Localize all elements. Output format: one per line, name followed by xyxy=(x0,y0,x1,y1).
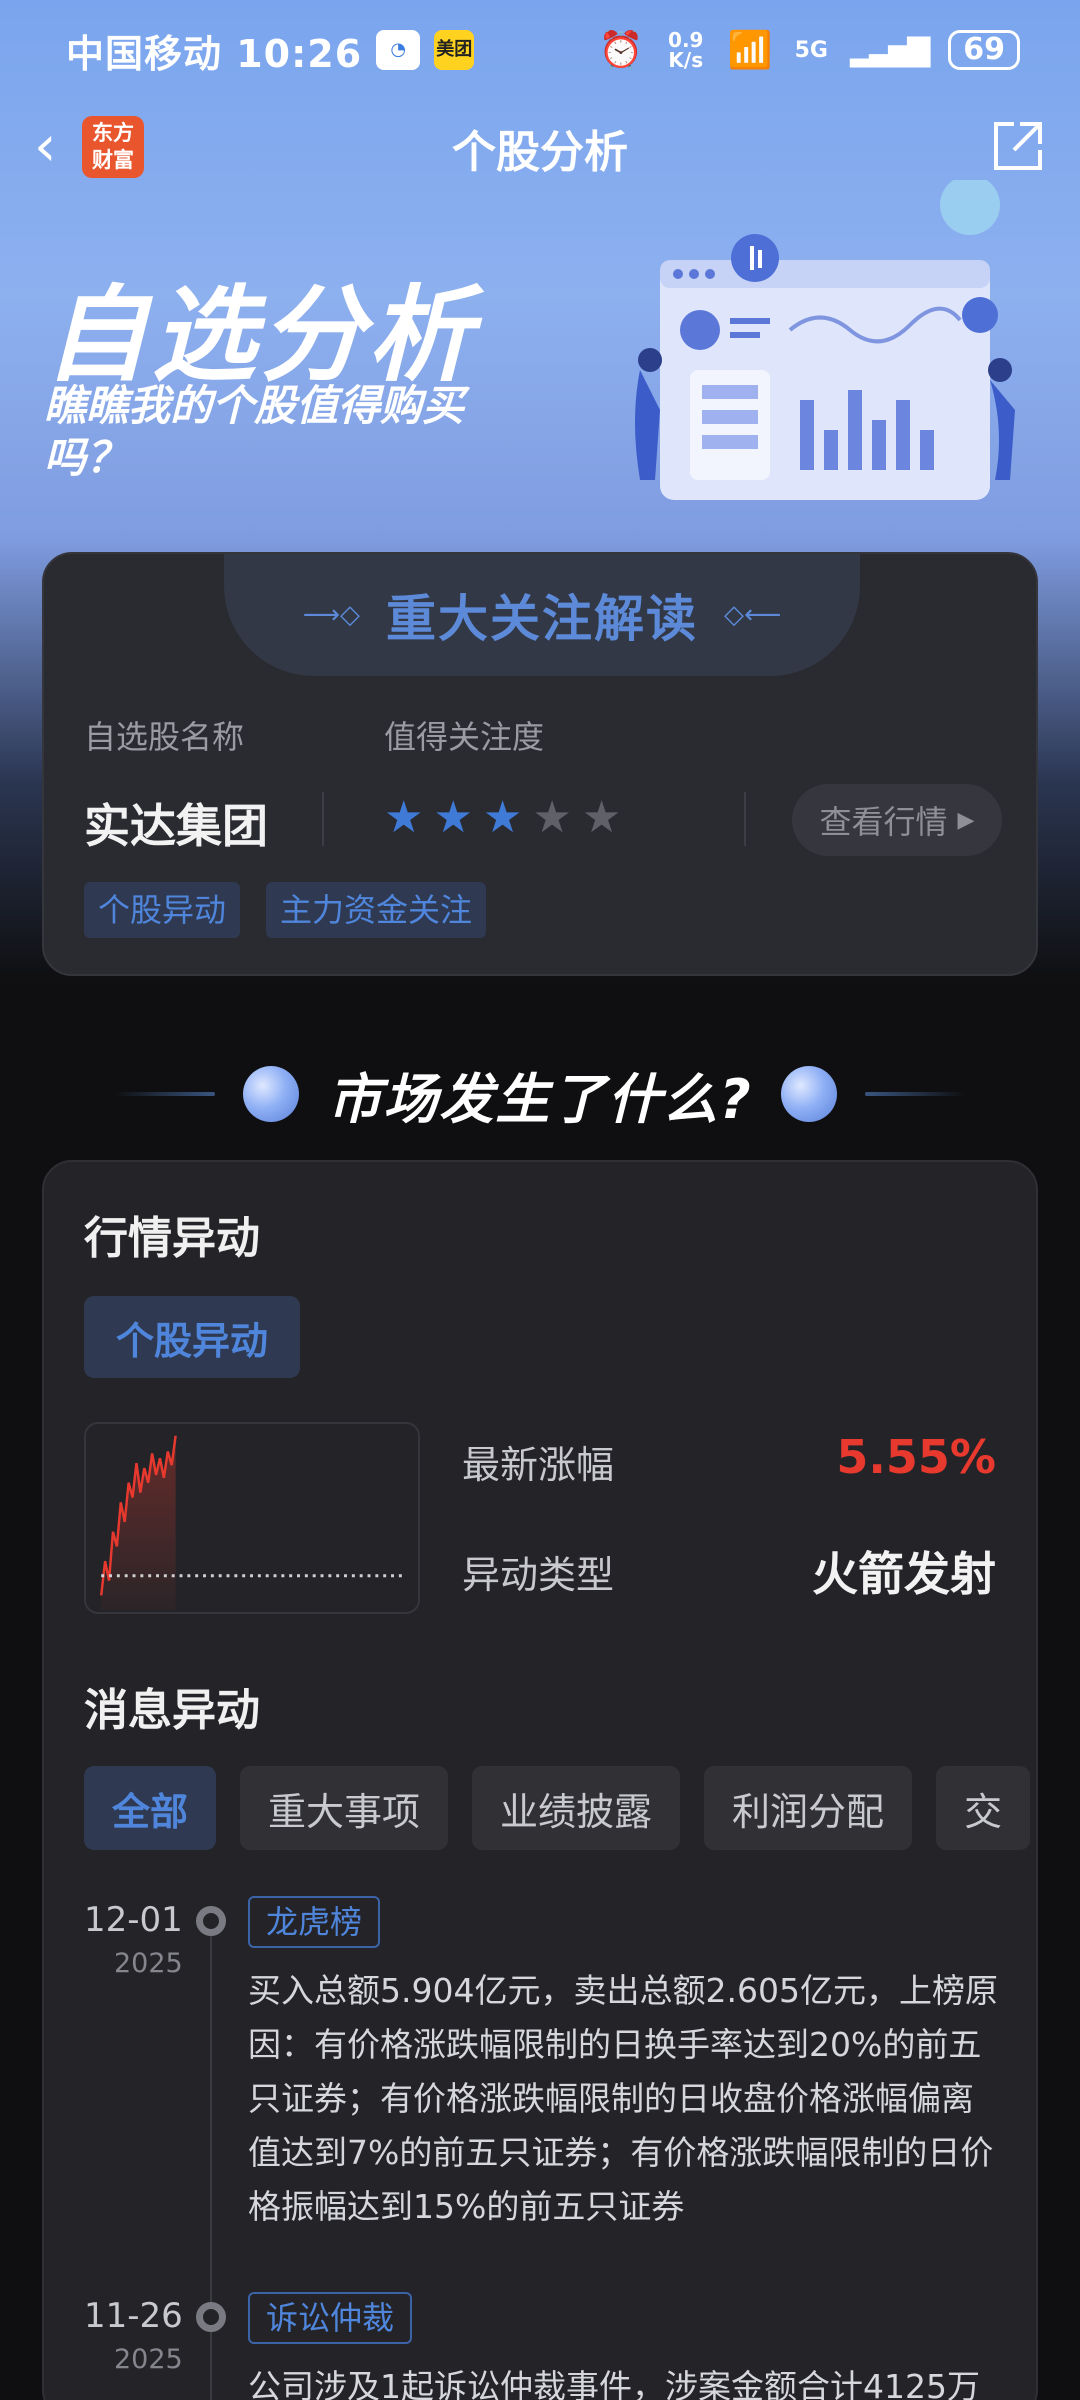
carrier-time: 中国移动 10:26 xyxy=(66,31,363,76)
app-logo: 东方财富 xyxy=(82,116,144,178)
bubble-icon xyxy=(243,1066,300,1122)
focus-card-tab: ⟶◇ 重大关注解读 ◇⟵ xyxy=(224,554,860,676)
banner-title: 自选分析 xyxy=(44,274,477,396)
decoration-right-icon: ◇⟵ xyxy=(724,600,782,630)
timeline-dot-icon xyxy=(196,2302,226,2332)
net-speed: 0.9 K/s xyxy=(668,28,704,72)
filter-all[interactable]: 全部 xyxy=(84,1766,217,1850)
news-year: 2025 xyxy=(114,2344,183,2375)
filter-dividends[interactable]: 利润分配 xyxy=(704,1766,913,1850)
filter-major-events[interactable]: 重大事项 xyxy=(240,1766,449,1850)
analytics-illustration xyxy=(635,180,1015,500)
view-quote-label: 查看行情 xyxy=(819,803,948,841)
timeline-dot-icon xyxy=(196,1906,226,1936)
anomaly-type-value: 火箭发射 xyxy=(812,1547,996,1601)
news-anomaly-title: 消息异动 xyxy=(84,1685,260,1736)
latest-change-value: 5.55% xyxy=(836,1430,996,1484)
market-section-title: 市场发生了什么? xyxy=(327,1067,753,1131)
view-quote-button[interactable]: 查看行情 ▶ xyxy=(792,784,1002,856)
back-icon[interactable]: ‹ xyxy=(34,119,56,175)
news-text[interactable]: 买入总额5.904亿元，卖出总额2.605亿元，上榜原因：有价格涨跌幅限制的日换… xyxy=(248,1964,1004,2234)
battery-indicator: 69 xyxy=(948,30,1020,70)
focus-card: ⟶◇ 重大关注解读 ◇⟵ 自选股名称 值得关注度 实达集团 ★ ★ ★ ★ ★ 查看行情… xyxy=(42,552,1038,976)
news-text[interactable]: 公司涉及1起诉讼仲裁事件，涉案金额合计4125万 xyxy=(248,2360,1004,2400)
meituan-notification-icon: 美团 xyxy=(434,30,475,70)
banner-subtitle: 瞧瞧我的个股值得购买吗？ xyxy=(44,381,465,482)
news-tag[interactable]: 诉讼仲裁 xyxy=(248,2292,413,2344)
wifi-icon: 📶 xyxy=(727,30,773,71)
quote-anomaly-title: 行情异动 xyxy=(84,1213,260,1264)
star-filled-icon: ★ xyxy=(433,792,473,843)
divider xyxy=(864,1092,965,1096)
divider xyxy=(744,792,746,846)
stock-name: 实达集团 xyxy=(84,799,268,853)
market-section-header: 市场发生了什么? xyxy=(0,1054,1080,1134)
tag-stock-anomaly[interactable]: 个股异动 xyxy=(84,882,241,938)
star-filled-icon: ★ xyxy=(384,792,424,843)
attention-label: 值得关注度 xyxy=(384,718,545,756)
tag-main-capital[interactable]: 主力资金关注 xyxy=(266,882,487,938)
filter-more[interactable]: 交 xyxy=(936,1766,1031,1850)
status-bar: 中国移动 10:26 ◔ 美团 ⏰ 0.9 K/s 📶 5G ▂▃▅▇ 69 xyxy=(0,0,1080,100)
bubble-icon xyxy=(780,1066,837,1122)
anomaly-type-label: 异动类型 xyxy=(462,1553,615,1597)
latest-change-label: 最新涨幅 xyxy=(462,1443,615,1487)
news-filter-tabs: 全部 重大事项 业绩披露 利润分配 交 xyxy=(84,1766,1036,1850)
divider xyxy=(115,1092,216,1096)
caret-right-icon: ▶ xyxy=(957,807,975,833)
stock-name-label: 自选股名称 xyxy=(84,718,245,756)
filter-earnings[interactable]: 业绩披露 xyxy=(472,1766,681,1850)
signal-5g: 5G xyxy=(794,37,828,63)
news-year: 2025 xyxy=(114,1948,183,1979)
decoration-left-icon: ⟶◇ xyxy=(302,600,360,630)
star-empty-icon: ★ xyxy=(581,792,622,843)
share-icon[interactable] xyxy=(990,118,1046,174)
alarm-icon: ⏰ xyxy=(598,30,644,71)
intraday-sparkline xyxy=(84,1422,420,1614)
divider xyxy=(322,792,324,846)
news-date: 12-01 xyxy=(84,1900,183,1940)
star-empty-icon: ★ xyxy=(532,792,572,843)
stock-anomaly-chip[interactable]: 个股异动 xyxy=(84,1296,300,1378)
app-notification-icon: ◔ xyxy=(376,30,421,70)
signal-bars-icon: ▂▃▅▇ xyxy=(849,32,930,68)
star-filled-icon: ★ xyxy=(482,792,523,843)
news-date: 11-26 xyxy=(84,2296,183,2336)
focus-card-title: 重大关注解读 xyxy=(386,590,698,648)
attention-rating: ★ ★ ★ ★ ★ xyxy=(384,792,621,843)
news-tag[interactable]: 龙虎榜 xyxy=(248,1896,381,1948)
market-card: 行情异动 个股异动 最新涨幅 5.55% 异动类型 火箭发射 消息异动 全部 重… xyxy=(42,1160,1038,2400)
page-title: 个股分析 xyxy=(452,126,628,178)
